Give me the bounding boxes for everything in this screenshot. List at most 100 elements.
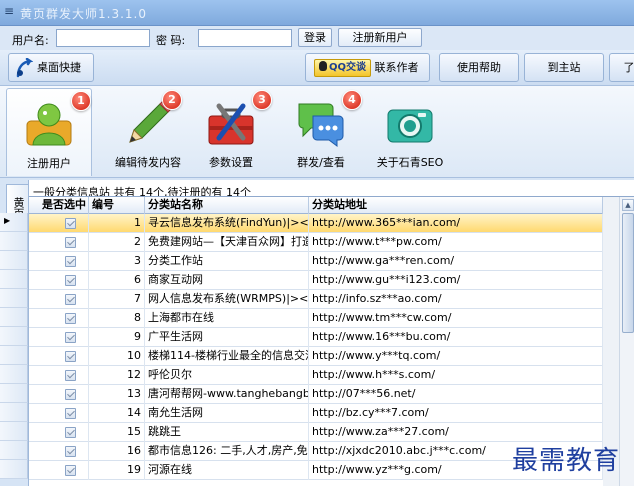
- row-header[interactable]: [0, 270, 28, 289]
- id-cell: 13: [89, 385, 145, 404]
- table-row[interactable]: 6 商家互动网 http://www.gu***i123.com/: [29, 271, 603, 290]
- select-checkbox[interactable]: [65, 351, 76, 362]
- select-checkbox[interactable]: [65, 256, 76, 267]
- row-header[interactable]: [0, 251, 28, 270]
- row-header[interactable]: [0, 232, 28, 251]
- tab-register-user[interactable]: 1 注册用户: [6, 88, 92, 176]
- table-row[interactable]: 12 呼伦贝尔 http://www.h***s.com/: [29, 366, 603, 385]
- select-checkbox[interactable]: [65, 370, 76, 381]
- login-button[interactable]: 登录: [298, 28, 332, 47]
- toolbar: 桌面快捷 QQ交谈 联系作者 使用帮助 到主站 了: [0, 50, 634, 86]
- id-cell: 1: [89, 214, 145, 233]
- password-input[interactable]: [198, 29, 292, 47]
- row-header[interactable]: [0, 441, 28, 460]
- url-cell: http://www.gu***i123.com/: [309, 271, 603, 290]
- select-checkbox[interactable]: [65, 313, 76, 324]
- tab-label: 关于石青SEO: [376, 156, 444, 169]
- select-checkbox[interactable]: [65, 294, 76, 305]
- desktop-shortcut-button[interactable]: 桌面快捷: [8, 53, 94, 82]
- name-cell: 楼梯114-楼梯行业最全的信息交流: [145, 347, 309, 366]
- name-cell: 分类工作站: [145, 252, 309, 271]
- help-button[interactable]: 使用帮助: [439, 53, 519, 82]
- title-bar: ≡ 黄页群发大师1.3.1.0: [0, 0, 634, 26]
- table-row[interactable]: 9 广平生活网 http://www.16***bu.com/: [29, 328, 603, 347]
- id-cell: 2: [89, 233, 145, 252]
- row-header[interactable]: [0, 289, 28, 308]
- select-cell: [39, 347, 89, 366]
- select-cell: [39, 290, 89, 309]
- select-checkbox[interactable]: [65, 389, 76, 400]
- contact-author-button[interactable]: QQ交谈 联系作者: [305, 53, 430, 82]
- id-cell: 7: [89, 290, 145, 309]
- select-checkbox[interactable]: [65, 408, 76, 419]
- row-header[interactable]: [0, 327, 28, 346]
- url-cell: http://www.y***tq.com/: [309, 347, 603, 366]
- scroll-thumb[interactable]: [622, 213, 634, 333]
- url-cell: http://07***56.net/: [309, 385, 603, 404]
- tab-badge: 1: [71, 91, 91, 111]
- table-row[interactable]: 13唐河帮帮网-www.tanghebangbanghttp://07***56…: [29, 385, 603, 404]
- select-cell: [39, 271, 89, 290]
- row-header[interactable]: [0, 422, 28, 441]
- table-row[interactable]: 10 楼梯114-楼梯行业最全的信息交流 http://www.y***tq.com…: [29, 347, 603, 366]
- url-cell: http://www.tm***cw.com/: [309, 309, 603, 328]
- name-cell: 都市信息126: 二手,人才,房产,免费: [145, 442, 309, 461]
- select-cell: [39, 214, 89, 233]
- row-header[interactable]: ▶: [0, 213, 28, 232]
- register-button[interactable]: 注册新用户: [338, 28, 422, 47]
- more-button[interactable]: 了: [609, 53, 634, 82]
- qq-chat-icon: QQ交谈: [314, 59, 372, 77]
- column-header-url[interactable]: 分类站地址: [309, 197, 603, 214]
- name-cell: 跳跳王: [145, 423, 309, 442]
- id-cell: 16: [89, 442, 145, 461]
- grid-header: 是否选中 编号 分类站名称 分类站地址: [29, 197, 603, 214]
- watermark: 最需教育: [512, 446, 621, 476]
- select-checkbox[interactable]: [65, 218, 76, 229]
- table-row[interactable]: 8 上海都市在线 http://www.tm***cw.com/: [29, 309, 603, 328]
- tab-badge: 3: [252, 90, 272, 110]
- tab-edit-content[interactable]: 2 编辑待发内容: [100, 88, 196, 176]
- row-header[interactable]: [0, 384, 28, 403]
- column-header-id[interactable]: 编号: [89, 197, 145, 214]
- table-row[interactable]: 14 南允生活网 http://bz.cy***7.com/: [29, 404, 603, 423]
- column-header-selected[interactable]: 是否选中: [39, 197, 89, 214]
- select-cell: [39, 461, 89, 480]
- table-row[interactable]: 3 分类工作站 http://www.ga***ren.com/: [29, 252, 603, 271]
- id-cell: 14: [89, 404, 145, 423]
- select-checkbox[interactable]: [65, 446, 76, 457]
- url-cell: http://www.t***pw.com/: [309, 233, 603, 252]
- table-row[interactable]: 2 免费建网站—【天津百众网】打造 http://www.t***pw.com/: [29, 233, 603, 252]
- row-header[interactable]: [0, 403, 28, 422]
- select-cell: [39, 252, 89, 271]
- id-cell: 6: [89, 271, 145, 290]
- tab-broadcast[interactable]: 4 群发/查看: [284, 88, 362, 176]
- url-cell: http://www.h***s.com/: [309, 366, 603, 385]
- row-header[interactable]: [0, 346, 28, 365]
- name-cell: 南允生活网: [145, 404, 309, 423]
- tab-about[interactable]: 关于石青SEO: [370, 88, 450, 176]
- row-header[interactable]: [0, 308, 28, 327]
- select-cell: [39, 423, 89, 442]
- name-cell: 河源在线: [145, 461, 309, 480]
- toolbox-icon: [208, 103, 254, 145]
- column-header-name[interactable]: 分类站名称: [145, 197, 309, 214]
- select-checkbox[interactable]: [65, 427, 76, 438]
- name-cell: 网人信息发布系统(WRMPS)|><最专: [145, 290, 309, 309]
- home-button[interactable]: 到主站: [524, 53, 604, 82]
- table-row[interactable]: 7网人信息发布系统(WRMPS)|><最专http://info.sz***ao…: [29, 290, 603, 309]
- name-cell: 呼伦贝尔: [145, 366, 309, 385]
- row-header[interactable]: [0, 365, 28, 384]
- tab-settings[interactable]: 3 参数设置: [196, 88, 272, 176]
- select-checkbox[interactable]: [65, 332, 76, 343]
- username-input[interactable]: [56, 29, 150, 47]
- table-row[interactable]: 1寻云信息发布系统(FindYun)|><最专http://www.365***…: [29, 214, 603, 233]
- select-checkbox[interactable]: [65, 275, 76, 286]
- url-cell: http://bz.cy***7.com/: [309, 404, 603, 423]
- vertical-scrollbar[interactable]: ▲: [619, 197, 634, 486]
- system-menu-icon[interactable]: ≡: [4, 5, 16, 17]
- camera-icon: [387, 109, 433, 143]
- select-checkbox[interactable]: [65, 237, 76, 248]
- scroll-up-icon[interactable]: ▲: [622, 199, 634, 211]
- select-checkbox[interactable]: [65, 465, 76, 476]
- row-header[interactable]: [0, 460, 28, 479]
